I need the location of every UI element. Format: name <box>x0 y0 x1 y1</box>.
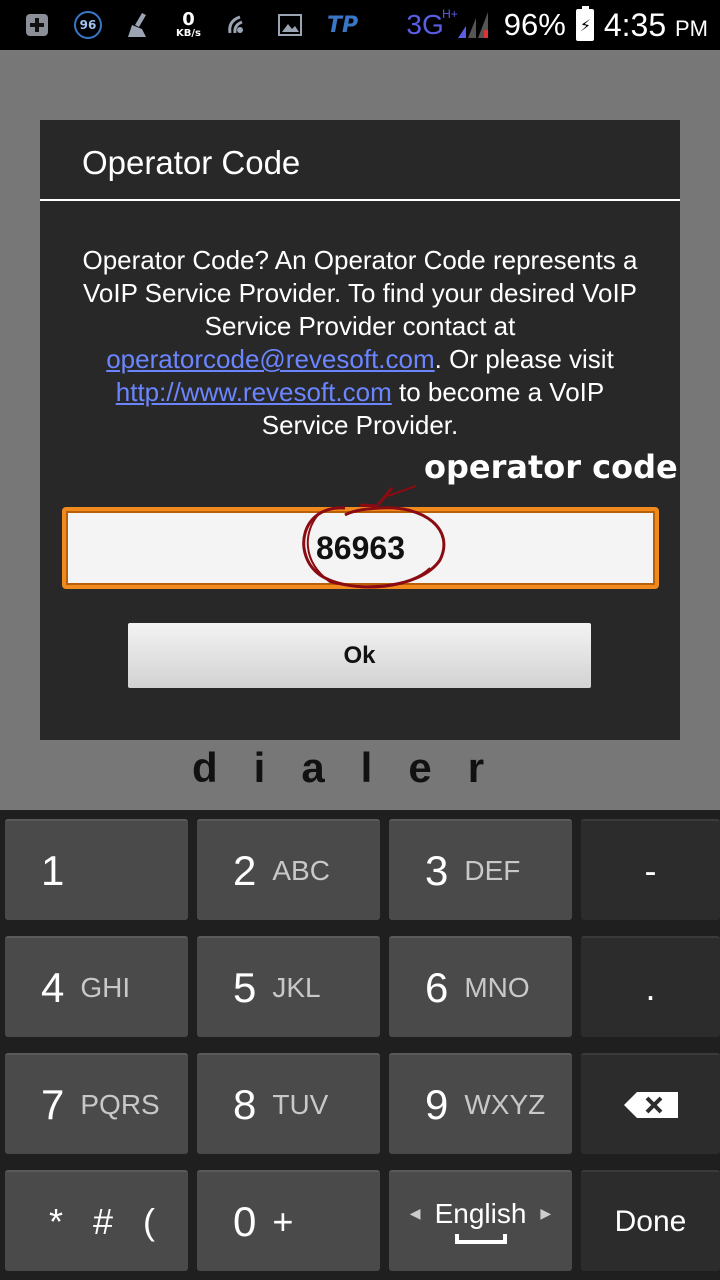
key-2[interactable]: 2 ABC <box>197 819 380 920</box>
key-symbol: . <box>645 966 656 1008</box>
language-prev-icon: ◀ <box>409 1205 421 1221</box>
key-4[interactable]: 4 GHI <box>5 936 188 1037</box>
key-9[interactable]: 9 WXYZ <box>389 1053 572 1154</box>
operator-code-input[interactable]: 86963 <box>62 507 659 589</box>
network-type-indicator: 3G H+ <box>406 7 457 41</box>
status-bar: 96 0 KB/s TP 3G H+ 96% ⚡ 4:35 PM <box>0 0 720 50</box>
data-rate-indicator: 0 KB/s <box>176 11 201 39</box>
key-dash[interactable]: - <box>581 819 720 920</box>
key-letters: JKL <box>272 971 321 1003</box>
data-rate-value: 0 <box>182 9 195 30</box>
battery-percent: 96% <box>503 7 566 42</box>
message-text-1: Operator Code? An Operator Code represen… <box>82 245 638 341</box>
dialog-message: Operator Code? An Operator Code represen… <box>70 244 650 442</box>
key-digit: 0 <box>233 1197 257 1245</box>
key-symbols-label: * # ( <box>49 1200 166 1242</box>
operator-code-dialog: Operator Code Operator Code? An Operator… <box>40 120 680 740</box>
clock: 4:35 PM <box>604 7 708 44</box>
key-letters: MNO <box>464 971 530 1003</box>
key-digit: 6 <box>425 963 449 1011</box>
key-language[interactable]: ◀ English ▶ <box>389 1170 572 1271</box>
clock-period: PM <box>675 15 708 41</box>
numeric-keyboard: 1 2 ABC 3 DEF - 4 GHI 5 JKL 6 MNO . 7 PQ… <box>0 810 720 1280</box>
key-3[interactable]: 3 DEF <box>389 819 572 920</box>
email-link[interactable]: operatorcode@revesoft.com <box>106 344 434 374</box>
cell-signal-icon <box>454 10 494 40</box>
key-period[interactable]: . <box>581 936 720 1037</box>
battery-charging-icon: ⚡ <box>575 6 594 41</box>
key-digit: 4 <box>41 963 65 1011</box>
backspace-icon <box>623 1091 678 1118</box>
wireless-signal-icon <box>223 10 253 40</box>
key-0[interactable]: 0 + <box>197 1170 380 1271</box>
network-type: 3G <box>406 9 444 40</box>
notification-count-badge: 96 <box>74 11 102 39</box>
key-digit: 1 <box>41 846 65 894</box>
message-text-2: . Or please visit <box>434 344 614 374</box>
key-1[interactable]: 1 <box>5 819 188 920</box>
status-icons-left: 96 0 KB/s TP <box>22 8 358 42</box>
key-digit: 7 <box>41 1080 65 1128</box>
dialog-title: Operator Code <box>82 144 301 181</box>
key-digit: 5 <box>233 963 257 1011</box>
ok-button[interactable]: Ok <box>128 623 591 688</box>
done-button[interactable]: Done <box>581 1170 720 1271</box>
key-letters: ABC <box>272 854 330 886</box>
language-row: ◀ English ▶ <box>410 1198 551 1230</box>
key-letters: PQRS <box>80 1088 160 1120</box>
website-link[interactable]: http://www.revesoft.com <box>116 377 392 407</box>
gallery-image-icon <box>275 10 305 40</box>
key-digit: 8 <box>233 1080 257 1128</box>
key-symbol: - <box>644 849 657 891</box>
key-6[interactable]: 6 MNO <box>389 936 572 1037</box>
key-5[interactable]: 5 JKL <box>197 936 380 1037</box>
clock-time: 4:35 <box>603 6 667 43</box>
key-letters: TUV <box>272 1088 329 1120</box>
key-letters: WXYZ <box>464 1088 546 1120</box>
key-backspace[interactable] <box>581 1053 720 1154</box>
data-rate-unit: KB/s <box>176 28 201 39</box>
status-icons-right: 3G H+ 96% ⚡ 4:35 PM <box>406 4 708 46</box>
space-bar-icon <box>454 1233 507 1244</box>
add-notification-icon <box>22 10 52 40</box>
key-symbols[interactable]: * # ( <box>5 1170 188 1271</box>
cleaner-broom-icon <box>124 10 154 40</box>
key-8[interactable]: 8 TUV <box>197 1053 380 1154</box>
key-digit: 2 <box>233 846 257 894</box>
done-label: Done <box>614 1204 687 1238</box>
key-letters: GHI <box>80 971 131 1003</box>
key-digit: 9 <box>425 1080 449 1128</box>
key-digit: 3 <box>425 846 449 894</box>
dialog-divider <box>40 199 680 201</box>
tp-app-icon: TP <box>326 12 359 38</box>
key-7[interactable]: 7 PQRS <box>5 1053 188 1154</box>
key-letters: DEF <box>464 854 521 886</box>
key-plus: + <box>272 1200 294 1242</box>
language-next-icon: ▶ <box>540 1205 552 1221</box>
language-label: English <box>434 1197 527 1229</box>
annotation-label: operator code <box>424 448 678 486</box>
app-subtitle: dialer <box>192 744 521 791</box>
